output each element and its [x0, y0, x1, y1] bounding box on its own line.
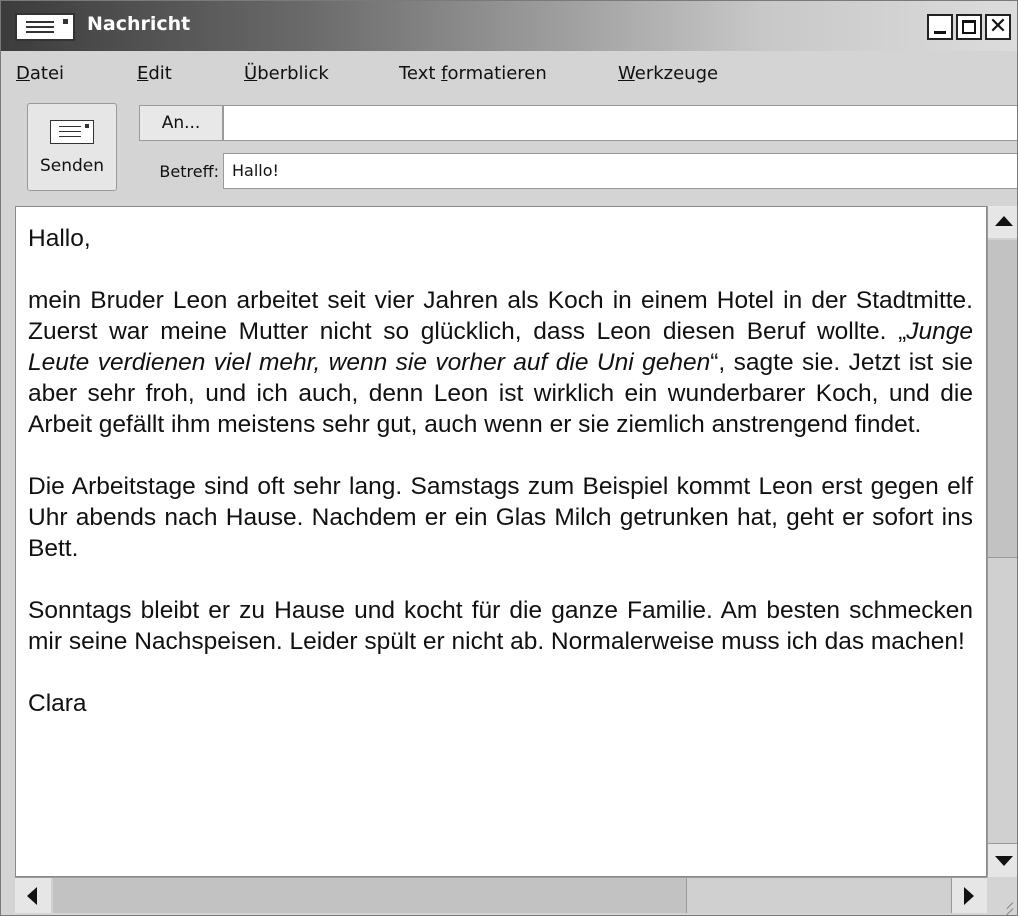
to-button[interactable]: An...: [139, 105, 223, 141]
signature: Clara: [28, 690, 87, 717]
close-button[interactable]: ✕: [985, 14, 1011, 40]
scroll-left-arrow-icon[interactable]: [15, 878, 51, 913]
greeting: Hallo,: [28, 225, 91, 252]
subject-field[interactable]: Hallo!: [223, 153, 1017, 189]
menu-text-formatieren[interactable]: Text formatieren: [399, 63, 547, 84]
horizontal-scrollbar[interactable]: [15, 877, 987, 913]
message-body[interactable]: Hallo, mein Bruder Leon arbeitet seit vi…: [15, 206, 987, 877]
window-title: Nachricht: [87, 13, 191, 35]
menu-edit[interactable]: Edit: [137, 63, 172, 84]
menu-bar: Datei Edit Überblick Text formatieren We…: [1, 59, 1017, 91]
send-label: Senden: [39, 156, 105, 176]
envelope-icon: [50, 120, 94, 144]
mail-window: Nachricht ✕ Datei Edit Überblick Text fo…: [0, 0, 1018, 916]
maximize-button[interactable]: [956, 14, 982, 40]
title-bar[interactable]: Nachricht ✕: [1, 1, 1017, 51]
menu-ueberblick[interactable]: Überblick: [244, 63, 329, 84]
vertical-scroll-thumb[interactable]: [988, 240, 1017, 558]
menu-datei[interactable]: Datei: [16, 63, 64, 84]
paragraph-1: mein Bruder Leon arbeitet seit vier Jahr…: [28, 287, 973, 438]
send-button[interactable]: Senden: [27, 103, 117, 191]
resize-grip-icon[interactable]: [987, 877, 1017, 915]
to-field[interactable]: [223, 105, 1017, 141]
horizontal-scroll-thumb[interactable]: [53, 878, 687, 913]
menu-werkzeuge[interactable]: Werkzeuge: [618, 63, 718, 84]
minimize-button[interactable]: [927, 14, 953, 40]
scroll-down-arrow-icon[interactable]: [988, 843, 1017, 877]
scroll-up-arrow-icon[interactable]: [988, 206, 1017, 238]
vertical-scrollbar[interactable]: [987, 206, 1017, 877]
message-text: Hallo, mein Bruder Leon arbeitet seit vi…: [28, 223, 973, 750]
paragraph-3: Sonntags bleibt er zu Hause und kocht fü…: [28, 597, 973, 655]
envelope-icon: [15, 13, 75, 41]
subject-label: Betreff:: [159, 162, 219, 181]
paragraph-2: Die Arbeitstage sind oft sehr lang. Sams…: [28, 473, 973, 562]
scroll-right-arrow-icon[interactable]: [951, 878, 987, 913]
